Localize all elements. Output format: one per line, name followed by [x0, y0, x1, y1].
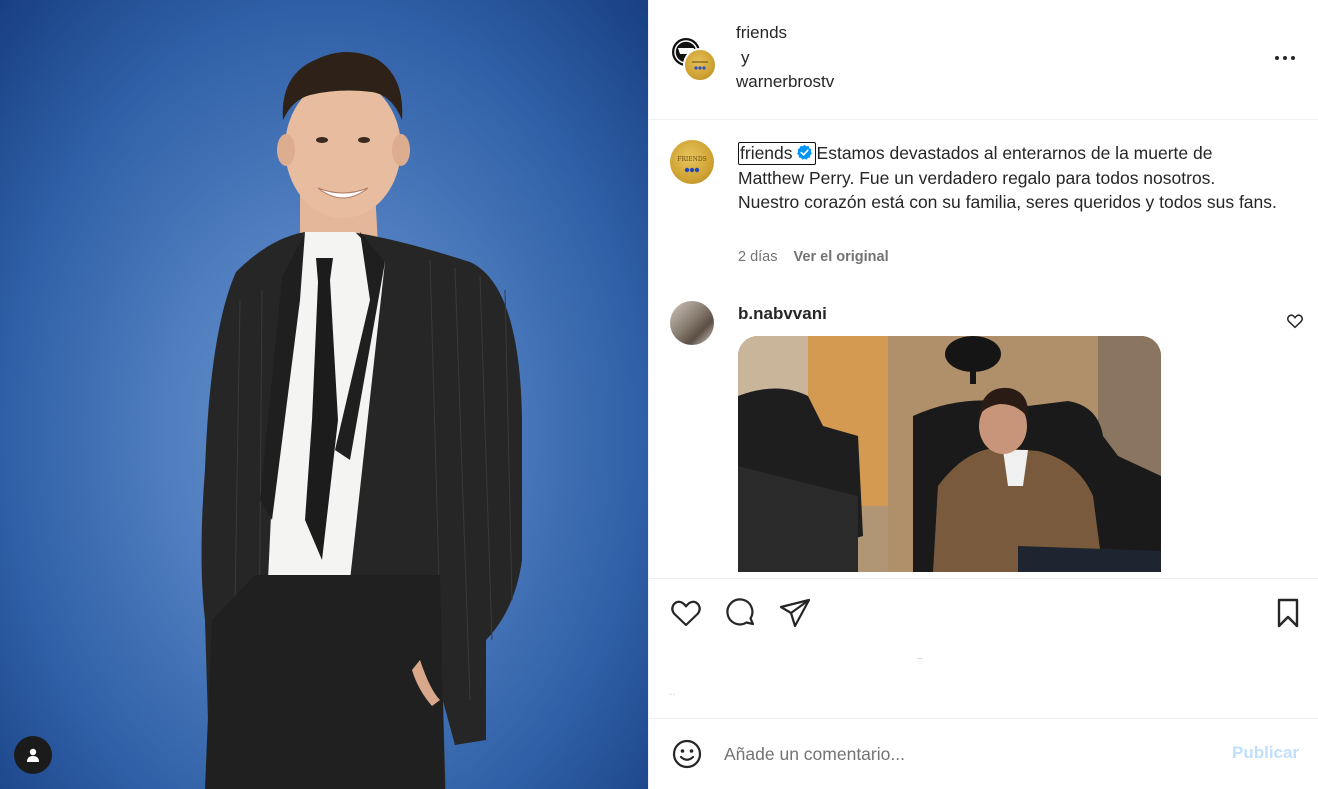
add-comment-bar: Publicar [649, 720, 1318, 789]
comment-input[interactable] [724, 740, 1194, 768]
emoji-smiley-icon[interactable] [670, 737, 704, 771]
publish-button[interactable]: Publicar [1232, 743, 1299, 763]
post-details-panel: friends y warnerbrostv FRIENDS friends E… [648, 0, 1318, 789]
post-actions: – ·· [649, 578, 1318, 719]
collab-conjunction: y [741, 47, 750, 67]
comment-gif[interactable] [738, 336, 1161, 572]
comment-bubble-icon[interactable] [724, 596, 758, 630]
caption-body: friends Estamos devastados al enterarnos… [738, 141, 1278, 215]
post-photo [201, 51, 522, 789]
comment-avatar[interactable] [670, 301, 714, 345]
svg-text:FRIENDS: FRIENDS [677, 156, 707, 163]
verified-badge-icon [796, 144, 812, 160]
see-original-link[interactable]: Ver el original [794, 249, 889, 265]
collab-avatars[interactable] [670, 36, 718, 84]
comment-username[interactable]: b.nabvvani [738, 304, 827, 324]
caption-meta: 2 días Ver el original [738, 249, 889, 265]
caption-message: Estamos devastados al enterarnos de la m… [738, 143, 1277, 212]
friends-logo-icon [692, 61, 708, 70]
collab-names: friends y warnerbrostv [736, 21, 834, 95]
avatar-friends-small[interactable] [683, 48, 717, 82]
gif-image [738, 336, 1161, 572]
post-media[interactable] [0, 0, 648, 789]
more-options-icon[interactable] [1273, 48, 1297, 68]
author-friends-link[interactable]: friends [736, 21, 834, 46]
caption-username-text: friends [740, 143, 793, 163]
caption-username[interactable]: friends [738, 142, 816, 165]
friends-logo-icon: FRIENDS [677, 156, 707, 173]
tag-user-button[interactable] [14, 736, 52, 774]
comment-like-heart-icon[interactable] [1286, 312, 1304, 330]
loading-dot: – [917, 653, 923, 664]
post-time: 2 días [738, 249, 778, 265]
like-heart-icon[interactable] [669, 596, 703, 630]
share-paper-plane-icon[interactable] [778, 596, 812, 630]
user-icon [27, 748, 39, 762]
save-bookmark-icon[interactable] [1271, 596, 1305, 630]
loading-dot: ·· [669, 689, 676, 700]
post-header: friends y warnerbrostv [649, 0, 1318, 120]
caption-avatar[interactable]: FRIENDS [670, 140, 714, 184]
author-warnerbrostv-link[interactable]: warnerbrostv [736, 70, 834, 95]
